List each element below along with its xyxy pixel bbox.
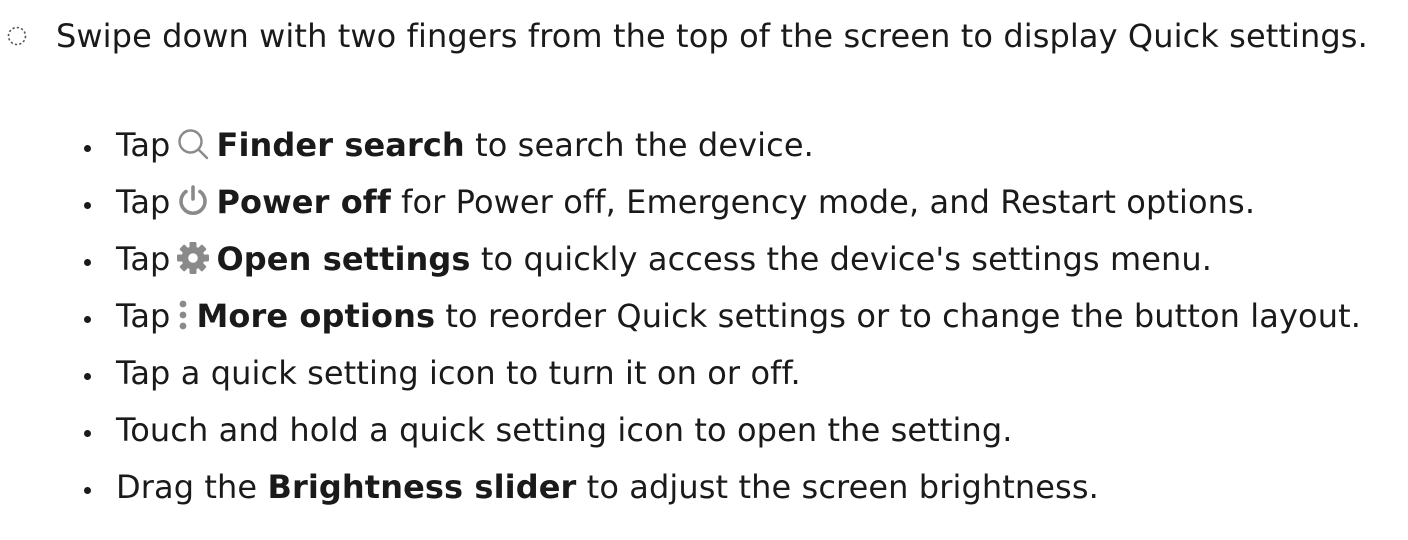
- search-icon: [176, 127, 210, 161]
- list-item: Tap Open settings to quickly access the d…: [0, 231, 1408, 288]
- bullet-prefix: Tap: [116, 240, 171, 278]
- list-item: Tap a quick setting icon to turn it on o…: [0, 345, 1408, 402]
- power-icon: [176, 184, 210, 218]
- list-item: Tap More options to reorder Quick setting…: [0, 288, 1408, 345]
- bullet-prefix: Tap: [116, 297, 171, 335]
- bullet-text: Tap More options to reorder Quick setting…: [116, 288, 1361, 345]
- list-item: Tap Finder search to search the device.: [0, 117, 1408, 174]
- bullet-suffix: to search the device.: [464, 126, 814, 164]
- bullet-suffix: to reorder Quick settings or to change t…: [435, 297, 1362, 335]
- bullet-dot: [84, 202, 91, 209]
- bullet-dot: [84, 145, 91, 152]
- bullet-dot: [84, 487, 91, 494]
- finder-search-label: Finder search: [216, 126, 465, 164]
- bullet-suffix: to quickly access the device's settings …: [470, 240, 1213, 278]
- more-options-label: More options: [196, 297, 436, 335]
- list-item: Drag the Brightness slider to adjust the…: [0, 459, 1408, 516]
- bullet-dot: [84, 316, 91, 323]
- bullet-text: Tap Finder search to search the device.: [116, 117, 814, 174]
- step-marker-icon: [6, 25, 28, 47]
- bullet-text: Drag the Brightness slider to adjust the…: [116, 459, 1099, 516]
- bullet-dot: [84, 259, 91, 266]
- bullet-dot: [84, 430, 91, 437]
- brightness-slider-label: Brightness slider: [267, 468, 577, 506]
- bullet-prefix: Tap: [116, 126, 171, 164]
- step-text: Swipe down with two fingers from the top…: [56, 17, 1368, 55]
- bullet-text: Tap Power off for Power off, Emergency mo…: [116, 174, 1255, 231]
- gear-icon: [176, 241, 210, 275]
- open-settings-label: Open settings: [216, 240, 471, 278]
- bullet-dot: [84, 373, 91, 380]
- list-item: Touch and hold a quick setting icon to o…: [0, 402, 1408, 459]
- bullet-prefix: Drag the: [116, 468, 268, 506]
- bullet-suffix: to adjust the screen brightness.: [576, 468, 1099, 506]
- bullet-text: Tap a quick setting icon to turn it on o…: [116, 354, 801, 392]
- power-off-label: Power off: [216, 183, 391, 221]
- bullet-prefix: Tap: [116, 183, 171, 221]
- instructions-page: Swipe down with two fingers from the top…: [0, 0, 1408, 540]
- bullet-text: Tap Open settings to quickly access the d…: [116, 231, 1212, 288]
- bullet-text: Touch and hold a quick setting icon to o…: [116, 411, 1013, 449]
- more-options-icon: [176, 298, 190, 332]
- bullet-suffix: for Power off, Emergency mode, and Resta…: [390, 183, 1256, 221]
- list-item: Tap Power off for Power off, Emergency mo…: [0, 174, 1408, 231]
